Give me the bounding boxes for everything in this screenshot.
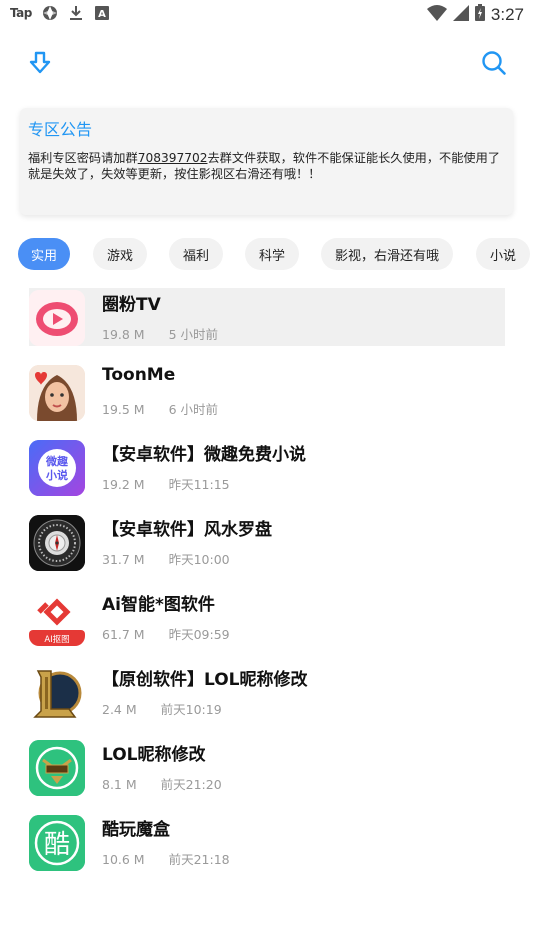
app-name: 【安卓软件】风水罗盘 — [102, 520, 272, 540]
app-name: 酷玩魔盒 — [102, 820, 170, 840]
quanfen-tv-icon — [29, 290, 85, 346]
status-bar: Tap A 3:27 — [0, 0, 534, 28]
svg-text:小说: 小说 — [45, 468, 68, 482]
app-name: Ai智能*图软件 — [102, 595, 215, 615]
signal-icon — [452, 4, 469, 25]
list-item[interactable]: 酷 酷玩魔盒 10.6 M 前天21:18 — [29, 813, 505, 871]
announcement-title: 专区公告 — [28, 120, 93, 139]
list-item[interactable]: LOL昵称修改 8.1 M 前天21:20 — [29, 738, 505, 796]
app-size: 61.7 M — [102, 627, 145, 642]
tab-yingshi[interactable]: 影视，右滑还有哦 — [321, 238, 453, 270]
app-meta: 61.7 M 昨天09:59 — [102, 624, 230, 643]
list-item[interactable]: 【原创软件】LOL昵称修改 2.4 M 前天10:19 — [29, 663, 505, 721]
svg-text:A: A — [98, 9, 106, 20]
download-button[interactable] — [25, 50, 55, 80]
app-size: 19.8 M — [102, 327, 145, 342]
app-time: 前天21:18 — [168, 852, 230, 867]
tab-shiyong[interactable]: 实用 — [18, 238, 70, 270]
app-time: 昨天11:15 — [168, 477, 230, 492]
app-size: 19.5 M — [102, 402, 145, 417]
app-time: 昨天09:59 — [168, 627, 230, 642]
tab-xiaoshuo[interactable]: 小说 — [476, 238, 530, 270]
app-size: 10.6 M — [102, 852, 145, 867]
list-item[interactable]: ToonMe 19.5 M 6 小时前 — [29, 363, 505, 421]
announcement-body: 福利专区密码请加群708397702去群文件获取，软件不能保证能长久使用，不能使… — [28, 150, 506, 182]
app-name: ToonMe — [102, 365, 176, 385]
app-name: 【安卓软件】微趣免费小说 — [102, 445, 306, 465]
svg-text:酷: 酷 — [44, 830, 70, 860]
announcement-card: 专区公告 福利专区密码请加群708397702去群文件获取，软件不能保证能长久使… — [20, 108, 513, 215]
app-name: 圈粉TV — [102, 295, 161, 315]
app-meta: 2.4 M 前天10:19 — [102, 699, 222, 718]
battery-icon — [474, 4, 485, 25]
app-size: 2.4 M — [102, 702, 137, 717]
keyboard-icon: A — [94, 5, 110, 21]
list-item[interactable]: 微趣 小说 【安卓软件】微趣免费小说 19.2 M 昨天11:15 — [29, 438, 505, 496]
download-icon — [68, 5, 84, 21]
app-time: 前天21:20 — [160, 777, 222, 792]
svg-text:AI抠图: AI抠图 — [44, 634, 69, 645]
download-arrow-icon — [29, 51, 51, 79]
search-button[interactable] — [479, 50, 509, 80]
kuwan-box-icon: 酷 — [29, 815, 85, 871]
svg-text:微趣: 微趣 — [45, 454, 69, 468]
aperture-icon — [42, 5, 58, 21]
app-time: 昨天10:00 — [168, 552, 230, 567]
list-item[interactable]: 【安卓软件】风水罗盘 31.7 M 昨天10:00 — [29, 513, 505, 571]
app-time: 6 小时前 — [168, 402, 219, 417]
qq-group-link[interactable]: 708397702 — [138, 151, 208, 165]
tap-indicator: Tap — [10, 6, 32, 20]
toonme-icon — [29, 365, 85, 421]
tab-youxi[interactable]: 游戏 — [93, 238, 147, 270]
tab-kexue[interactable]: 科学 — [245, 238, 299, 270]
announcement-prefix: 福利专区密码请加群 — [28, 151, 138, 165]
app-meta: 19.2 M 昨天11:15 — [102, 474, 230, 493]
search-icon — [481, 50, 507, 80]
category-tabs: 实用 游戏 福利 科学 影视，右滑还有哦 小说 — [18, 238, 534, 270]
lol-icon — [29, 665, 85, 721]
app-size: 8.1 M — [102, 777, 137, 792]
clock: 3:27 — [490, 4, 524, 24]
tab-fuli[interactable]: 福利 — [169, 238, 223, 270]
ai-cutout-icon: AI抠图 — [29, 590, 85, 646]
app-name: 【原创软件】LOL昵称修改 — [102, 670, 308, 690]
app-size: 31.7 M — [102, 552, 145, 567]
weiqu-novel-icon: 微趣 小说 — [29, 440, 85, 496]
app-time: 5 小时前 — [168, 327, 219, 342]
app-time: 前天10:19 — [160, 702, 222, 717]
list-item[interactable]: 圈粉TV 19.8 M 5 小时前 — [29, 288, 505, 346]
compass-icon — [29, 515, 85, 571]
app-name: LOL昵称修改 — [102, 745, 206, 765]
list-item[interactable]: AI抠图 Ai智能*图软件 61.7 M 昨天09:59 — [29, 588, 505, 646]
app-meta: 8.1 M 前天21:20 — [102, 774, 222, 793]
app-size: 19.2 M — [102, 477, 145, 492]
app-meta: 19.5 M 6 小时前 — [102, 399, 218, 418]
app-meta: 10.6 M 前天21:18 — [102, 849, 230, 868]
wifi-icon — [426, 4, 447, 25]
app-meta: 19.8 M 5 小时前 — [102, 324, 218, 343]
lol-nickname-icon — [29, 740, 85, 796]
app-meta: 31.7 M 昨天10:00 — [102, 549, 230, 568]
